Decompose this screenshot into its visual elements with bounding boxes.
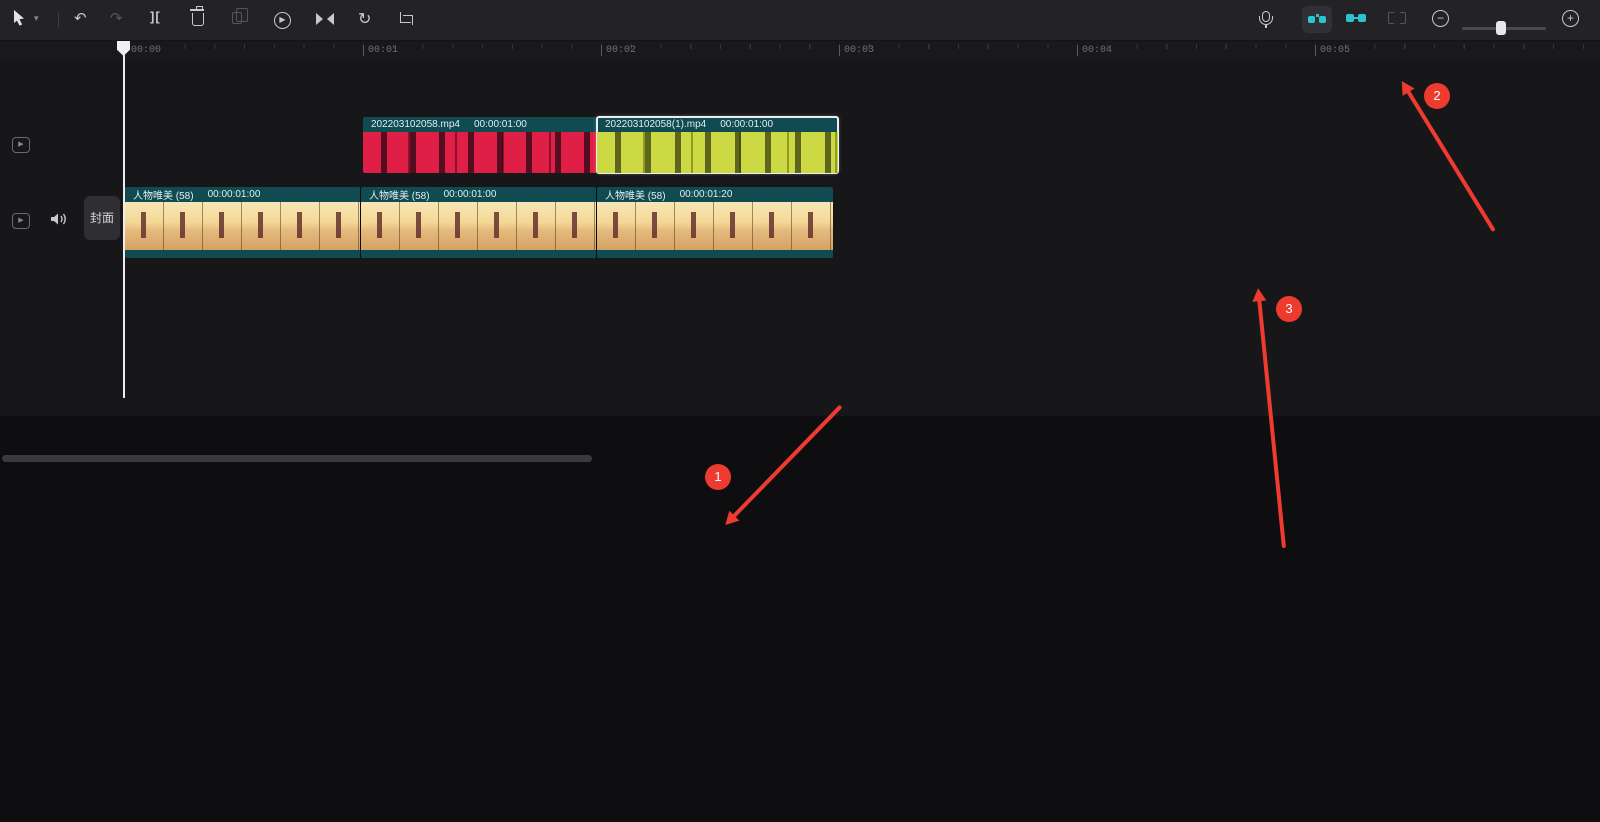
split-button[interactable]: ][ [150,9,161,24]
timeline-zoom-slider-knob[interactable] [1496,21,1506,35]
ruler-label: 00:05 [1315,45,1350,56]
timeline-clip-beauty-1[interactable]: 人物唯美 (58) 00:00:01:00 [125,187,361,258]
clip-name: 人物唯美 (58) [605,187,666,202]
timeline-horizontal-scrollbar[interactable] [2,455,592,462]
copy-icon [232,12,242,24]
ruler-label: 00:00 [127,45,161,56]
timeline-clip-202203102058-1-selected[interactable]: 202203102058(1).mp4 00:00:01:00 [597,117,838,173]
undo-button[interactable]: ↶ [74,9,87,27]
timeline-toolbar: ▾ ↶ ↷ ][ ▶ ↻ − + [0,0,1600,41]
timeline-tracks-area: ▶ ▶ 封面 202203102058.mp4 00:00:01:00 [0,61,1600,416]
ruler-label: 00:03 [839,45,874,56]
clip-duration: 00:00:01:00 [208,189,261,200]
ruler-label: 00:01 [363,45,398,56]
clip-name: 人物唯美 (58) [369,187,430,202]
select-tool-button[interactable] [12,9,27,30]
cursor-icon [12,9,27,26]
ruler-label: 00:02 [601,45,636,56]
mirror-button[interactable] [316,9,334,30]
clip-header: 人物唯美 (58) 00:00:01:00 [125,187,360,202]
timeline-panel: ▾ ↶ ↷ ][ ▶ ↻ − + 00:00 00:01 00:02 00:03 [0,0,1600,416]
play-circle-icon: ▶ [274,12,291,29]
clip-duration: 00:00:01:00 [444,189,497,200]
clip-header: 人物唯美 (58) 00:00:01:00 [361,187,596,202]
clip-header: 202203102058.mp4 00:00:01:00 [363,117,597,132]
clip-footer [125,250,360,258]
track-type-video-icon[interactable]: ▶ [12,137,30,153]
timeline-clip-beauty-2[interactable]: 人物唯美 (58) 00:00:01:00 [361,187,597,258]
clip-filmstrip [125,202,360,250]
auto-snap-toggle[interactable] [1302,6,1332,33]
delete-button[interactable] [192,9,204,30]
annotation-arrow-1 [732,405,843,519]
clip-filmstrip [361,202,596,250]
speaker-icon [50,211,68,227]
clip-filmstrip [597,202,833,250]
trash-icon [192,13,204,26]
close-gap-icon [1388,12,1406,22]
record-voiceover-button[interactable] [1262,9,1270,26]
zoom-in-icon: + [1562,10,1579,27]
clip-duration: 00:00:01:20 [680,189,733,200]
cover-button[interactable]: 封面 [84,196,120,240]
capcut-editor-window: ▶ 媒体 ♪ 音频 TI 文本 ◔ 贴纸 ✧ 特效 ⋈ 转场 [0,0,1600,822]
link-preview-toggle[interactable] [1346,9,1366,26]
track-type-video-icon[interactable]: ▶ [12,213,30,229]
divider [58,12,59,28]
timeline-zoom-in-button[interactable]: + [1562,9,1579,27]
ruler-label: 00:04 [1077,45,1112,56]
close-gap-toggle[interactable] [1388,9,1406,26]
clip-duration: 00:00:01:00 [474,119,527,130]
clip-name: 202203102058.mp4 [371,119,460,130]
clip-footer [597,250,833,258]
playhead-line [123,41,125,398]
clip-duration: 00:00:01:00 [720,119,773,130]
timeline-zoom-out-button[interactable]: − [1432,9,1449,27]
timeline-clip-202203102058[interactable]: 202203102058.mp4 00:00:01:00 [363,117,597,173]
clip-header: 202203102058(1).mp4 00:00:01:00 [597,117,838,132]
clip-filmstrip [363,132,597,173]
microphone-icon [1262,11,1270,22]
clip-filmstrip [597,132,838,173]
timeline-ruler[interactable]: 00:00 00:01 00:02 00:03 00:04 00:05 [0,41,1600,61]
clip-name: 人物唯美 (58) [133,187,194,202]
mute-track-button[interactable] [50,211,68,232]
clip-name: 202203102058(1).mp4 [605,119,706,130]
rotate-button[interactable]: ↻ [358,9,371,29]
link-icon [1346,14,1366,22]
redo-button[interactable]: ↷ [110,9,123,27]
mirror-icon [316,12,334,26]
crop-icon [398,12,412,26]
speed-button[interactable]: ▶ [274,9,291,29]
annotation-badge-3: 3 [1276,296,1302,322]
annotation-badge-1: 1 [705,464,731,490]
timeline-clip-beauty-3[interactable]: 人物唯美 (58) 00:00:01:20 [597,187,833,258]
zoom-out-icon: − [1432,10,1449,27]
snap-icon [1308,16,1326,24]
clip-header: 人物唯美 (58) 00:00:01:20 [597,187,833,202]
annotation-badge-2: 2 [1424,83,1450,109]
clip-footer [361,250,596,258]
select-tool-caret[interactable]: ▾ [34,13,39,24]
crop-button[interactable] [398,9,412,30]
duplicate-button[interactable] [232,9,242,28]
